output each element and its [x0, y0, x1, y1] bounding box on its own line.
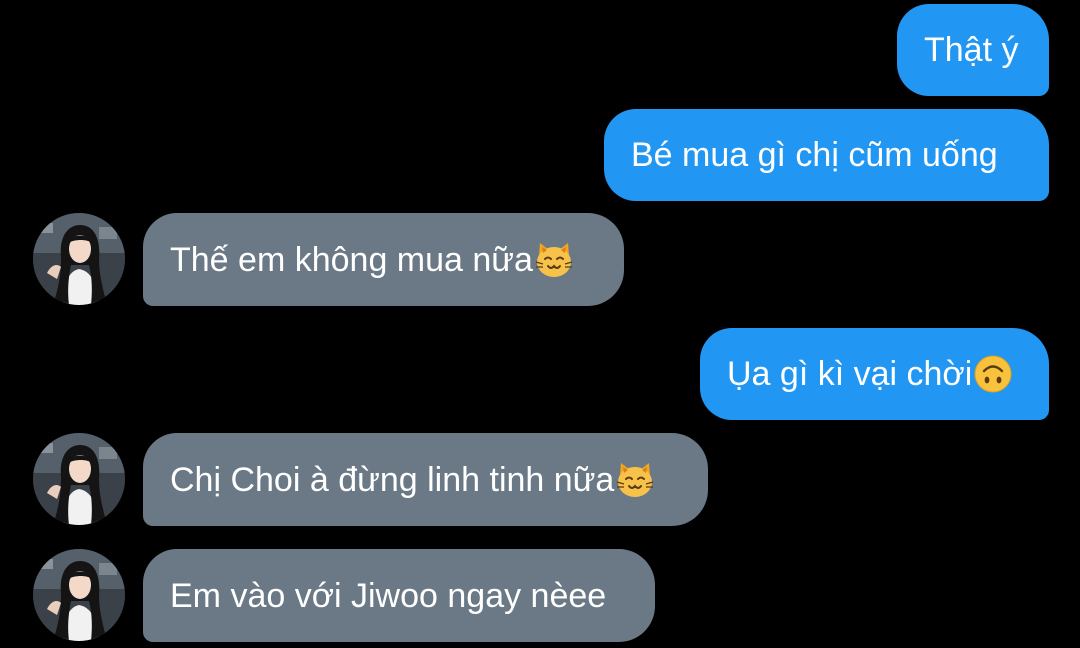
upside-down-face-emoji-icon: [973, 354, 1013, 394]
chat-conversation: Thật ý Bé mua gì chị cũm uống Thế em khô…: [0, 0, 1080, 648]
message-text: Thật ý: [924, 31, 1019, 69]
message-text: Thế em không mua nữa: [170, 240, 533, 279]
contact-avatar[interactable]: [33, 433, 125, 525]
message-text: Bé mua gì chị cũm uống: [631, 136, 998, 174]
smiling-cat-emoji-icon: [534, 240, 574, 280]
message-text: Em vào với Jiwoo ngay nèee: [170, 576, 607, 615]
message-text: Ụa gì kì vại chời: [727, 355, 973, 393]
incoming-message-bubble[interactable]: Chị Choi à đừng linh tinh nữa: [143, 433, 708, 526]
outgoing-message-bubble[interactable]: Ụa gì kì vại chời: [700, 328, 1049, 420]
contact-avatar[interactable]: [33, 213, 125, 305]
smiling-cat-emoji-icon: [615, 460, 655, 500]
incoming-message-bubble[interactable]: Em vào với Jiwoo ngay nèee: [143, 549, 655, 642]
incoming-message-bubble[interactable]: Thế em không mua nữa: [143, 213, 624, 306]
outgoing-message-bubble[interactable]: Bé mua gì chị cũm uống: [604, 109, 1049, 201]
outgoing-message-bubble[interactable]: Thật ý: [897, 4, 1049, 96]
contact-avatar[interactable]: [33, 549, 125, 641]
message-text: Chị Choi à đừng linh tinh nữa: [170, 460, 615, 499]
